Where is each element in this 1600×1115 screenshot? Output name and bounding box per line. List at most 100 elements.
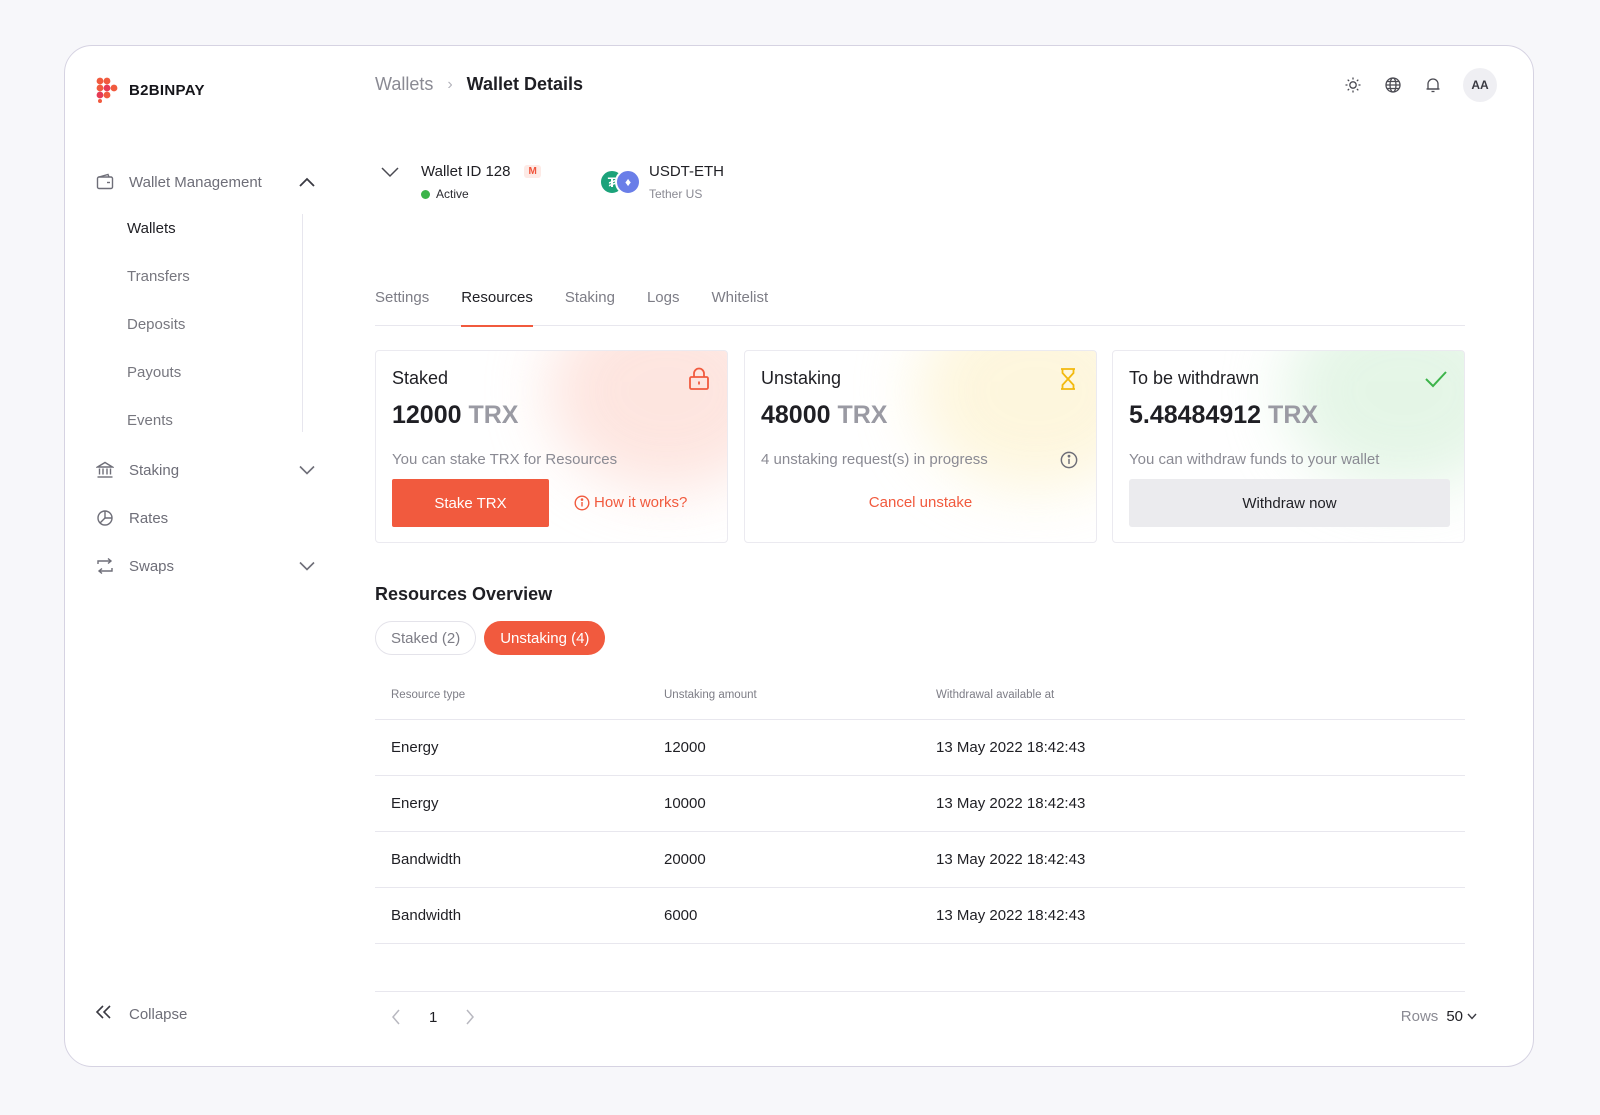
swap-icon (95, 556, 115, 576)
status-dot-icon (421, 189, 430, 199)
withdraw-now-button[interactable]: Withdraw now (1129, 479, 1450, 527)
submenu-rail (302, 214, 303, 432)
card-title: Unstaking (761, 368, 842, 388)
page-title: Wallet Details (466, 74, 584, 94)
rows-value: 50 (1446, 1008, 1463, 1025)
card-title: To be withdrawn (1129, 368, 1260, 388)
wallet-info: Wallet ID 128 M Active (421, 163, 541, 201)
card-title: Staked (392, 368, 449, 388)
amount-unit: TRX (1268, 401, 1319, 429)
sidebar-item-deposits[interactable]: Deposits (127, 316, 185, 333)
bell-icon[interactable] (1417, 69, 1449, 101)
cell-withdrawal-date: 13 May 2022 18:42:43 (920, 719, 1465, 776)
filter-unstaking[interactable]: Unstaking (4) (484, 621, 606, 655)
table-row[interactable]: Bandwidth 20000 13 May 2022 18:42:43 (375, 831, 1465, 888)
tab-logs[interactable]: Logs (647, 286, 680, 326)
tab-whitelist[interactable]: Whitelist (711, 286, 768, 326)
breadcrumb: Wallets › Wallet Details (375, 74, 583, 95)
cell-amount: 6000 (648, 887, 920, 944)
divider (375, 991, 1465, 992)
card-amount: 48000 TRX (761, 401, 887, 430)
cell-amount: 20000 (648, 831, 920, 888)
nav-swaps[interactable]: Swaps (95, 552, 317, 580)
section-title: Resources Overview (375, 584, 553, 604)
how-it-works-label: How it works? (594, 494, 688, 511)
how-it-works-link[interactable]: How it works? (574, 494, 687, 511)
cell-amount: 12000 (648, 719, 920, 776)
collapse-button[interactable]: Collapse (95, 1004, 187, 1024)
sidebar-item-transfers[interactable]: Transfers (127, 268, 190, 285)
nav-rates[interactable]: Rates (95, 504, 317, 532)
page-number[interactable]: 1 (429, 1009, 437, 1026)
wallet-icon (95, 172, 115, 192)
app-window: B2BINPAY Wallet Management Wallets Trans… (64, 45, 1534, 1067)
cell-withdrawal-date: 13 May 2022 18:42:43 (920, 775, 1465, 832)
cell-resource-type: Bandwidth (375, 831, 648, 888)
tab-staking[interactable]: Staking (565, 286, 615, 326)
status-text: Active (436, 187, 469, 201)
nav-wallet-management[interactable]: Wallet Management (95, 168, 317, 196)
card-description: 4 unstaking request(s) in progress (761, 451, 988, 468)
withdraw-card: To be withdrawn 5.48484912 TRX You can w… (1112, 350, 1465, 543)
nav-label: Staking (129, 461, 180, 479)
sidebar-item-wallets[interactable]: Wallets (127, 220, 176, 237)
nav-label: Rates (129, 509, 169, 527)
header-actions: AA (1329, 68, 1497, 102)
chevron-up-icon[interactable] (297, 172, 317, 192)
column-header-unstaking-amount[interactable]: Unstaking amount (648, 671, 920, 720)
wallet-id-label: Wallet ID 128 (421, 163, 511, 180)
nav-staking[interactable]: Staking (95, 456, 317, 484)
table-row[interactable]: Energy 10000 13 May 2022 18:42:43 (375, 775, 1465, 832)
filter-staked[interactable]: Staked (2) (375, 621, 477, 655)
tab-settings[interactable]: Settings (375, 286, 429, 326)
stake-trx-button[interactable]: Stake TRX (392, 479, 549, 527)
sun-icon[interactable] (1337, 69, 1369, 101)
sidebar-item-payouts[interactable]: Payouts (127, 364, 181, 381)
card-description: You can withdraw funds to your wallet (1129, 451, 1380, 468)
next-page-icon[interactable] (461, 1008, 479, 1026)
tab-bar: Settings Resources Staking Logs Whitelis… (375, 286, 1465, 327)
sidebar-item-events[interactable]: Events (127, 412, 173, 429)
chevron-down-icon[interactable] (297, 460, 317, 480)
pie-chart-icon (95, 508, 115, 528)
breadcrumb-parent[interactable]: Wallets (375, 74, 433, 95)
collapse-label: Collapse (129, 1005, 188, 1023)
avatar[interactable]: AA (1463, 68, 1497, 102)
amount-value: 48000 (761, 401, 831, 429)
info-icon (574, 494, 590, 511)
card-amount: 12000 TRX (392, 401, 518, 430)
cell-withdrawal-date: 13 May 2022 18:42:43 (920, 887, 1465, 944)
column-header-withdrawal-available[interactable]: Withdrawal available at (920, 671, 1465, 720)
pagination: 1 (387, 1008, 479, 1026)
lock-icon (687, 367, 711, 391)
table-row[interactable]: Energy 12000 13 May 2022 18:42:43 (375, 719, 1465, 776)
info-icon[interactable] (1060, 451, 1078, 469)
coin-code: USDT-ETH (649, 163, 724, 180)
wallet-selector: Wallet ID 128 M Active (381, 163, 541, 201)
logo-mark-icon (96, 77, 118, 103)
table-row[interactable]: Bandwidth 6000 13 May 2022 18:42:43 (375, 887, 1465, 944)
rows-select[interactable]: 50 (1446, 1008, 1477, 1025)
column-header-resource-type[interactable]: Resource type (375, 671, 648, 720)
table-header-row: Resource type Unstaking amount Withdrawa… (375, 671, 1465, 720)
rows-label: Rows (1400, 1008, 1439, 1025)
chevron-down-icon[interactable] (297, 556, 317, 576)
wallet-badge: M (524, 165, 541, 178)
wallet-id: Wallet ID 128 M (421, 163, 541, 180)
prev-page-icon[interactable] (387, 1008, 405, 1026)
cell-amount: 10000 (648, 775, 920, 832)
card-amount: 5.48484912 TRX (1129, 401, 1318, 430)
globe-icon[interactable] (1377, 69, 1409, 101)
cell-resource-type: Energy (375, 775, 648, 832)
chevron-right-icon: › (447, 75, 453, 93)
coin-name: Tether US (649, 187, 703, 201)
chevron-down-icon[interactable] (381, 165, 401, 185)
double-chevron-left-icon (95, 1004, 113, 1024)
brand-name: B2BINPAY (129, 81, 205, 99)
logo[interactable]: B2BINPAY (95, 77, 205, 103)
status-badge: Active (421, 187, 541, 201)
staked-card: Staked 12000 TRX You can stake TRX for R… (375, 350, 728, 543)
cancel-unstake-link[interactable]: Cancel unstake (745, 494, 1096, 511)
tab-resources[interactable]: Resources (461, 286, 533, 327)
filter-pills: Staked (2) Unstaking (4) (375, 621, 613, 655)
